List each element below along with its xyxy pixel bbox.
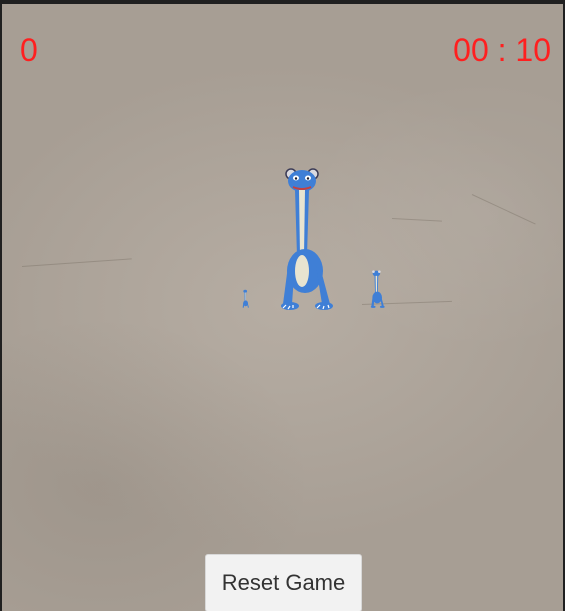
dinosaur-target-large[interactable] — [278, 166, 338, 312]
dinosaur-target-tiny[interactable] — [242, 289, 250, 309]
dinosaur-icon — [281, 168, 333, 310]
dinosaur-icon — [242, 289, 249, 308]
wall-texture-line — [21, 258, 132, 267]
game-window: 0 00 : 10 Reset Game — [0, 0, 565, 611]
dinosaur-icon — [370, 270, 385, 308]
dinosaur-target-small[interactable] — [370, 268, 386, 310]
score-display: 0 — [20, 32, 38, 68]
wall-texture-line — [471, 194, 536, 225]
wall-texture-line — [391, 218, 442, 222]
ar-camera-view[interactable]: 0 00 : 10 Reset Game — [2, 4, 563, 611]
timer-display: 00 : 10 — [453, 32, 551, 68]
reset-game-button[interactable]: Reset Game — [205, 554, 362, 611]
